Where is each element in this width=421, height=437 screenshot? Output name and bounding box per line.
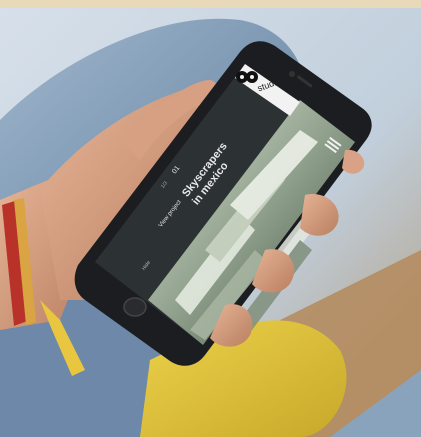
photo-scene: studio 01 Skyscrapers in mexico 1/3 View…: [0, 0, 421, 437]
home-button[interactable]: [123, 297, 147, 317]
photo-illustration: [0, 0, 421, 437]
